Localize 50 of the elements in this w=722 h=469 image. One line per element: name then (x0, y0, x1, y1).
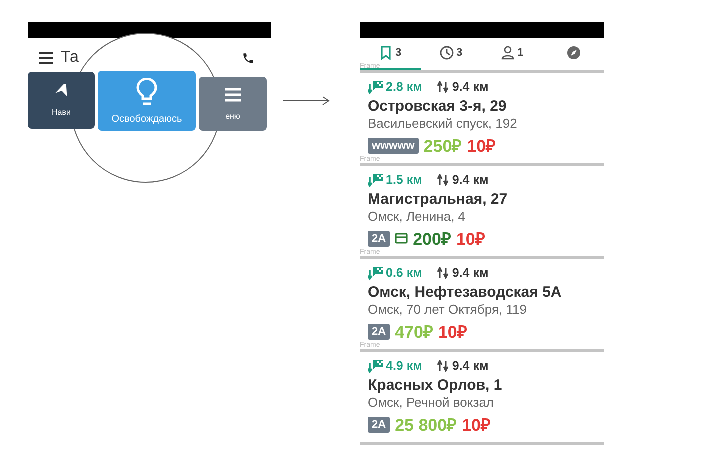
route-icon (437, 81, 450, 93)
car-class-tag: 2A (368, 230, 390, 246)
pickup-address: Магистральная, 27 (368, 191, 509, 208)
order-fee: 10₽ (456, 229, 486, 250)
light-bulb-icon (136, 78, 158, 108)
destination-address: Васильевский спуск, 192 (368, 116, 518, 131)
destination-address: Омск, 70 лет Октября, 119 (368, 302, 528, 317)
pickup-distance: 1.5 км (386, 173, 422, 187)
phone-icon (242, 52, 255, 64)
destination-address: Омск, Ленина, 4 (368, 209, 467, 224)
route-icon (437, 360, 450, 372)
person-icon (501, 46, 516, 60)
menu-icon (225, 88, 241, 102)
route-distance: 9.4 км (452, 266, 489, 280)
order-fee: 10₽ (467, 136, 496, 157)
car-class-tag: wwwww (368, 138, 419, 154)
bookmark-icon (379, 46, 394, 60)
route-icon (437, 174, 450, 186)
order-price: 470₽ (395, 322, 434, 343)
order-fee: 10₽ (462, 415, 491, 436)
credit-card-icon (395, 233, 408, 244)
taxi-pickup-icon (368, 80, 383, 94)
taxi-pickup-icon (368, 358, 383, 374)
pickup-address: Красных Орлов, 1 (368, 377, 504, 394)
pickup-address: Омск, Нефтезаводская 5А (368, 284, 563, 301)
compass-icon (566, 46, 580, 60)
taxi-pickup-icon (368, 266, 383, 280)
route-distance: 9.4 км (452, 359, 489, 373)
taxi-pickup-icon (368, 172, 383, 188)
arrow-icon (283, 96, 331, 106)
header-title: Та (61, 49, 79, 67)
clock-icon (440, 46, 454, 60)
order-fee: 10₽ (438, 322, 468, 343)
car-class-tag: 2A (368, 324, 390, 340)
pickup-distance: 2.8 км (386, 80, 422, 94)
order-price: 250₽ (424, 136, 462, 157)
menu-icon (39, 52, 53, 64)
route-distance: 9.4 км (452, 80, 489, 94)
pickup-address: Островская 3-я, 29 (368, 98, 508, 115)
action-button[interactable]: еню (199, 77, 267, 131)
action-button[interactable]: Нави (28, 72, 95, 129)
order-price: 200₽ (413, 229, 452, 250)
pickup-distance: 0.6 км (386, 266, 422, 280)
navigation-arrow-icon (54, 84, 68, 98)
route-distance: 9.4 км (452, 173, 489, 187)
order-price: 25 800₽ (395, 415, 458, 436)
route-icon (437, 267, 450, 279)
car-class-tag: 2A (368, 416, 390, 432)
destination-address: Омск, Речной вокзал (368, 395, 496, 410)
pickup-distance: 4.9 км (386, 359, 422, 373)
